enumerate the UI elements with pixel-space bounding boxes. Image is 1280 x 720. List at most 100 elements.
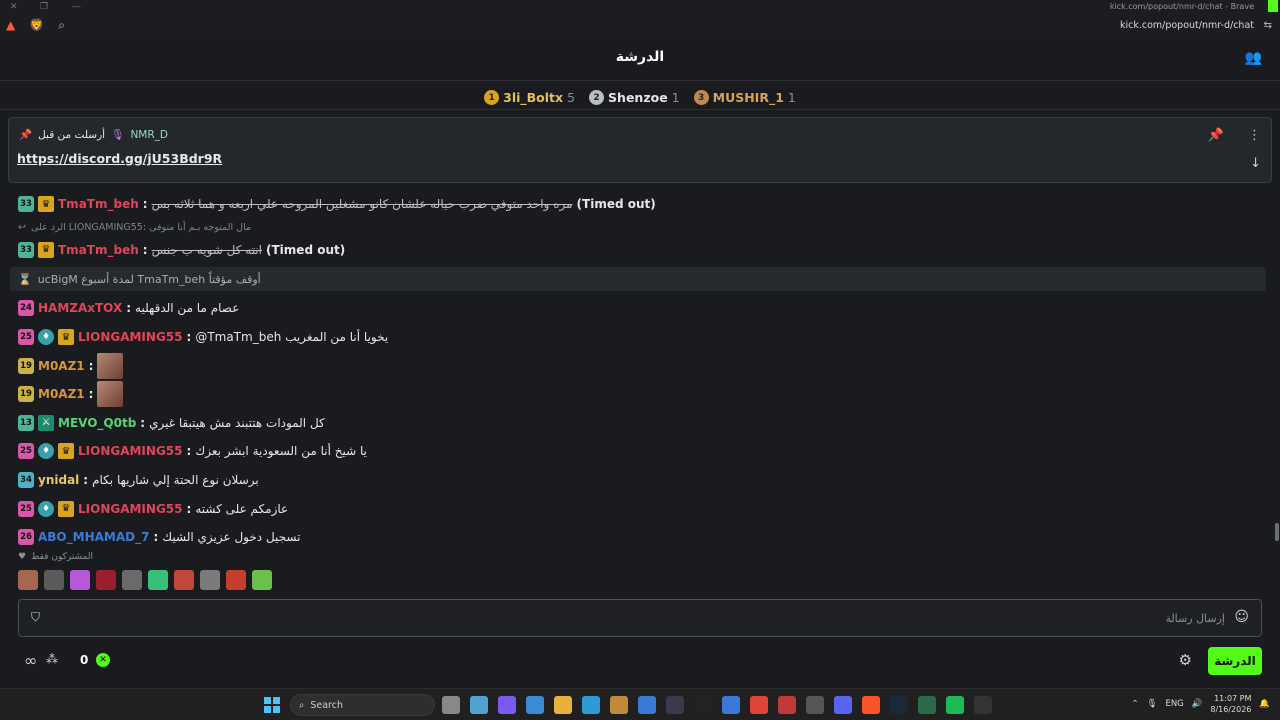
capcut-icon[interactable] <box>694 696 712 714</box>
address-bar-url[interactable]: kick.com/popout/nmr-d/chat <box>1120 20 1254 31</box>
pinned-link[interactable]: https://discord.gg/jU53Bdr9R <box>17 151 222 166</box>
chat-username[interactable]: M0AZ1 <box>38 359 85 373</box>
chat-message[interactable]: 24 HAMZAxTOX: عصام ما من الدقهليه <box>10 294 1266 323</box>
chat-emote[interactable] <box>97 381 124 408</box>
emote-skull[interactable] <box>252 570 272 590</box>
pinned-author[interactable]: NMR_D <box>130 129 168 141</box>
chat-username[interactable]: LIONGAMING55 <box>78 444 183 458</box>
colon: : <box>88 358 94 373</box>
leaderboard-count: 1 <box>787 90 796 105</box>
more-options-icon[interactable]: ⋮ <box>1248 128 1261 143</box>
start-button[interactable] <box>264 697 280 713</box>
leaderboard-item[interactable]: 2 Shenzoe 1 <box>589 82 680 109</box>
emote-red[interactable] <box>96 570 116 590</box>
scrollbar-thumb[interactable] <box>1275 523 1279 541</box>
leaderboard-item[interactable]: 1 3li_Boltx 5 <box>484 82 575 109</box>
emote-grey[interactable] <box>200 570 220 590</box>
emote-face-red[interactable] <box>174 570 194 590</box>
send-chat-button[interactable]: الدرشة <box>1208 647 1262 675</box>
store-icon[interactable] <box>610 696 628 714</box>
emote-figure[interactable] <box>122 570 142 590</box>
close-window-icon[interactable]: ✕ <box>10 2 18 12</box>
file-explorer-icon[interactable] <box>554 696 572 714</box>
chat-username[interactable]: MEVO_Q0tb <box>58 416 136 430</box>
settings-gear-icon[interactable]: ⚙ <box>1179 651 1192 669</box>
emote-dots[interactable] <box>44 570 64 590</box>
terminal-icon[interactable] <box>666 696 684 714</box>
chat-username[interactable]: M0AZ1 <box>38 387 85 401</box>
steam-icon[interactable] <box>890 696 908 714</box>
message-input[interactable] <box>55 608 1225 628</box>
colon: : <box>186 330 192 345</box>
chat-message[interactable]: 33 ♛ TmaTm_beh: مره واحد متوفي ضرب حياله عل… <box>10 190 1266 219</box>
minimize-window-icon[interactable]: — <box>72 2 81 12</box>
chrome-icon[interactable] <box>750 696 768 714</box>
chat-message[interactable]: 34 ynidal: برسلان نوع الحتة إلي شاريها بكا… <box>10 466 1266 495</box>
level-badge: 19 <box>18 386 34 403</box>
share-icon[interactable]: ⇆ <box>1264 20 1272 31</box>
emote-mask[interactable] <box>226 570 246 590</box>
discord-icon[interactable] <box>834 696 852 714</box>
leaderboard-name: Shenzoe <box>608 90 668 105</box>
leaderboard-item[interactable]: 3 MUSHIR_1 1 <box>693 82 796 109</box>
chat-username[interactable]: LIONGAMING55 <box>78 330 183 344</box>
subscriber-crown-icon: ♛ <box>38 241 54 258</box>
taskbar-search[interactable]: ⌕ Search <box>290 694 435 716</box>
chevron-up-icon[interactable]: ⌃ <box>1132 699 1139 709</box>
zoom-icon[interactable]: ⌕ <box>58 18 65 33</box>
copilot-icon[interactable] <box>498 696 516 714</box>
chat-message[interactable]: 33 ♛ TmaTm_beh: انته كل شويه ب جنس (Timed ou… <box>10 236 1266 265</box>
chat-username[interactable]: ABO_MHAMAD_7 <box>38 530 149 544</box>
chat-emote[interactable] <box>97 352 124 379</box>
notifications-icon[interactable]: 🔔 <box>1259 699 1270 709</box>
chat-header: الدرشة 👥 <box>0 38 1280 81</box>
record-icon[interactable] <box>778 696 796 714</box>
brave-shields-icon[interactable]: 🦁 <box>29 18 44 33</box>
chat-username[interactable]: LIONGAMING55 <box>78 502 183 516</box>
emoji-icon[interactable]: ☺ <box>1234 609 1249 625</box>
chat-message[interactable]: 26 ABO_MHAMAD_7: تسجيل دخول عزيزي الشيك <box>10 523 1266 552</box>
unpin-icon[interactable]: 📌 <box>1208 128 1224 143</box>
chat-message[interactable]: 25 ♦ ♛ LIONGAMING55: يا شيخ أنا من السعودية … <box>10 437 1266 466</box>
subscriber-crown-icon: ♛ <box>58 443 74 460</box>
volume-icon[interactable]: 🔊 <box>1192 699 1203 709</box>
brave-rewards-icon[interactable]: ▲ <box>6 18 15 33</box>
chat-message[interactable]: 25 ♦ ♛ LIONGAMING55: @TmaTm_beh يخويا أنا من… <box>10 323 1266 352</box>
chat-username[interactable]: ynidal <box>38 473 79 487</box>
restore-window-icon[interactable]: ❐ <box>40 2 48 12</box>
chat-message[interactable]: 19 M0AZ1: <box>10 380 1266 409</box>
unity-icon[interactable] <box>806 696 824 714</box>
mic-tray-icon[interactable]: 🎙 <box>1147 699 1158 709</box>
emote-face[interactable] <box>18 570 38 590</box>
clock[interactable]: 11:07 PM 8/16/2026 <box>1210 693 1251 715</box>
emote-purple[interactable] <box>70 570 90 590</box>
level-badge: 25 <box>18 443 34 460</box>
edge-icon[interactable] <box>582 696 600 714</box>
chat-message[interactable]: 25 ♦ ♛ LIONGAMING55: عازمكم على كشته <box>10 494 1266 523</box>
users-icon[interactable]: 👥 <box>1245 50 1262 66</box>
app-icon[interactable] <box>526 696 544 714</box>
app-icon-2[interactable] <box>638 696 656 714</box>
app-icon-4[interactable] <box>974 696 992 714</box>
reply-context[interactable]: ↩ الرد على LIONGAMING55: مال المتوجه بـم … <box>10 219 1266 236</box>
chat-username[interactable]: HAMZAxTOX <box>38 301 122 315</box>
app-icon-3[interactable] <box>918 696 936 714</box>
expand-down-icon[interactable]: ↓ <box>1250 156 1261 171</box>
task-view-icon[interactable] <box>442 696 460 714</box>
chat-message[interactable]: 13 ⚔ MEVO_Q0tb: كل المودات هتتبند مش هيتبقا… <box>10 409 1266 438</box>
infinity-icon[interactable]: ∞ <box>24 651 37 670</box>
emote-bars[interactable] <box>148 570 168 590</box>
shield-icon[interactable]: ⛉ <box>31 610 40 625</box>
search-label: Search <box>310 699 343 711</box>
language-indicator[interactable]: ENG <box>1165 699 1183 709</box>
notepad-icon[interactable] <box>470 696 488 714</box>
message-text: @TmaTm_beh يخويا أنا من المغريب <box>195 330 389 345</box>
leaderboard-name: MUSHIR_1 <box>712 90 784 105</box>
brave-icon[interactable] <box>862 696 880 714</box>
spotify-icon[interactable] <box>946 696 964 714</box>
chat-username[interactable]: TmaTm_beh <box>58 243 139 257</box>
chat-username[interactable]: TmaTm_beh <box>58 197 139 211</box>
chat-message[interactable]: 19 M0AZ1: <box>10 351 1266 380</box>
mail-icon[interactable] <box>722 696 740 714</box>
dots-icon[interactable]: ⁂ <box>46 652 58 666</box>
